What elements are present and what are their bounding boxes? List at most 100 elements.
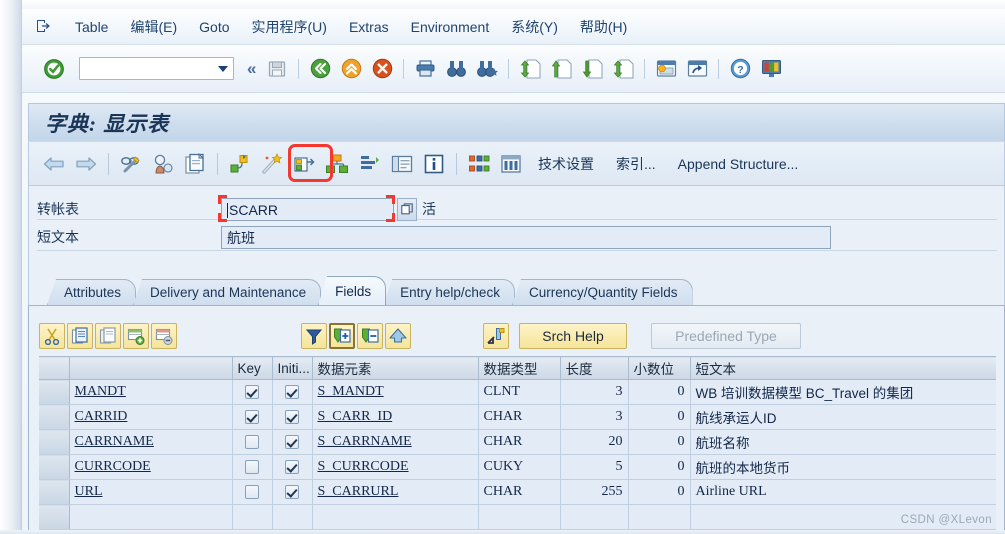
cell-data-element[interactable] (312, 504, 479, 530)
cell-data-type[interactable]: CHAR (478, 479, 561, 505)
cell-short-text[interactable]: 航班的本地货币 (690, 454, 996, 480)
table-row[interactable]: MANDT S_MANDT CLNT 3 0 WB 培训数据模型 BC_Trav… (39, 379, 996, 405)
find-icon[interactable] (442, 54, 470, 84)
cell-data-element[interactable]: S_CARRURL (312, 479, 479, 505)
cell-key[interactable] (232, 404, 273, 430)
cell-data-element[interactable]: S_CURRCODE (312, 454, 479, 480)
first-page-icon[interactable] (516, 54, 544, 84)
cell-initial[interactable] (272, 429, 313, 455)
data-element-link[interactable]: S_CARRNAME (318, 434, 412, 449)
cell-decimals[interactable]: 0 (628, 454, 691, 480)
row-selector[interactable] (39, 479, 70, 505)
cell-field[interactable]: URL (69, 479, 233, 505)
graphic-hierarchy-icon[interactable] (321, 148, 353, 180)
copy-icon[interactable] (67, 323, 93, 349)
cell-field[interactable] (69, 504, 233, 530)
row-selector[interactable] (39, 454, 70, 480)
column-header-decimals[interactable]: 小数位 (628, 356, 691, 380)
srch-help-button[interactable]: Srch Help (519, 323, 627, 349)
initial-checkbox[interactable] (285, 484, 299, 499)
key-checkbox[interactable] (245, 409, 259, 424)
key-checkbox[interactable] (245, 459, 259, 474)
menu-item-help[interactable]: 帮助(H) (569, 14, 638, 40)
data-element-link[interactable]: S_CARR_ID (318, 409, 393, 424)
cell-decimals[interactable]: 0 (628, 404, 691, 430)
append-structure-button[interactable]: Append Structure... (668, 152, 809, 176)
row-selector[interactable] (39, 504, 70, 530)
data-element-link[interactable]: S_CARRURL (318, 484, 399, 499)
menu-item-edit[interactable]: 编辑(E) (119, 14, 188, 40)
table-contents-icon[interactable] (496, 148, 526, 180)
cell-length[interactable]: 255 (560, 479, 629, 505)
next-page-icon[interactable] (578, 54, 606, 84)
initial-checkbox[interactable] (285, 409, 299, 424)
cell-key[interactable] (232, 454, 273, 480)
cell-short-text[interactable]: Airline URL (690, 479, 996, 505)
indexes-button[interactable]: 索引... (606, 150, 666, 178)
documentation-icon[interactable] (387, 148, 417, 180)
key-checkbox[interactable] (245, 484, 259, 499)
tab-fields[interactable]: Fields (318, 276, 387, 305)
column-header-short-text[interactable]: 短文本 (690, 356, 996, 380)
forward-arrow-icon[interactable] (71, 148, 101, 180)
enter-check-icon[interactable] (40, 54, 68, 84)
field-name-link[interactable]: CARRID (75, 409, 128, 424)
menu-item-goto[interactable]: Goto (188, 16, 240, 38)
cell-field[interactable]: MANDT (69, 379, 233, 405)
cell-data-type[interactable]: CUKY (478, 454, 561, 480)
cell-decimals[interactable]: 0 (628, 379, 691, 405)
table-row[interactable]: CURRCODE S_CURRCODE CUKY 5 0 航班的本地货币 (39, 454, 996, 480)
menu-item-extras[interactable]: Extras (338, 16, 400, 38)
move-up-icon[interactable] (385, 323, 411, 349)
cell-key[interactable] (232, 479, 273, 505)
collapse-chevrons-icon[interactable]: « (243, 59, 260, 79)
tab-attributes[interactable]: Attributes (47, 279, 137, 305)
column-header-select[interactable] (39, 356, 70, 380)
cell-data-type[interactable]: CHAR (478, 404, 561, 430)
magic-wand-icon[interactable] (257, 148, 287, 180)
tab-entry-help-check[interactable]: Entry help/check (383, 279, 515, 305)
print-icon[interactable] (411, 54, 439, 84)
exit-orange-icon[interactable] (337, 54, 365, 84)
display-change-icon[interactable] (116, 148, 146, 180)
initial-checkbox[interactable] (285, 459, 299, 474)
cancel-red-icon[interactable] (368, 54, 396, 84)
cell-short-text[interactable]: 航线承运人ID (690, 404, 996, 430)
structure-display-icon[interactable] (464, 148, 494, 180)
cell-field[interactable]: CARRNAME (69, 429, 233, 455)
menu-item-utilities[interactable]: 实用程序(U) (241, 14, 338, 40)
cell-initial[interactable] (272, 504, 313, 530)
column-header-field[interactable] (69, 356, 233, 380)
row-selector[interactable] (39, 404, 70, 430)
table-row[interactable] (39, 504, 996, 530)
technical-settings-button[interactable]: 技术设置 (528, 150, 604, 178)
table-row[interactable]: CARRNAME S_CARRNAME CHAR 20 0 航班名称 (39, 429, 996, 455)
initial-checkbox[interactable] (285, 434, 299, 449)
append-row-icon[interactable] (329, 323, 355, 349)
command-field[interactable] (79, 57, 234, 80)
cell-data-type[interactable] (478, 504, 561, 530)
field-name-link[interactable]: MANDT (75, 384, 126, 399)
cell-decimals[interactable]: 0 (628, 429, 691, 455)
extend-icon[interactable] (289, 148, 319, 180)
short-text-input[interactable]: 航班 (221, 225, 831, 249)
initial-checkbox[interactable] (285, 384, 299, 399)
cell-initial[interactable] (272, 454, 313, 480)
menu-item-table[interactable]: Table (64, 16, 119, 38)
data-element-link[interactable]: S_CURRCODE (318, 459, 409, 474)
row-selector[interactable] (39, 429, 70, 455)
column-header-data-element[interactable]: 数据元素 (312, 356, 479, 380)
key-checkbox[interactable] (245, 434, 259, 449)
table-row[interactable]: URL S_CARRURL CHAR 255 0 Airline URL (39, 479, 996, 505)
chevron-down-icon[interactable] (218, 65, 228, 72)
sort-filter-icon[interactable] (301, 323, 327, 349)
save-icon[interactable] (263, 54, 291, 84)
paste-icon[interactable] (95, 323, 121, 349)
cell-initial[interactable] (272, 404, 313, 430)
cell-length[interactable]: 3 (560, 379, 629, 405)
menu-item-system[interactable]: 系统(Y) (500, 14, 569, 40)
data-element-link[interactable]: S_MANDT (318, 384, 384, 399)
indexes-list-icon[interactable] (355, 148, 385, 180)
cell-short-text[interactable]: WB 培训数据模型 BC_Travel 的集团 (690, 379, 996, 405)
table-name-input[interactable]: SCARR (221, 197, 394, 221)
